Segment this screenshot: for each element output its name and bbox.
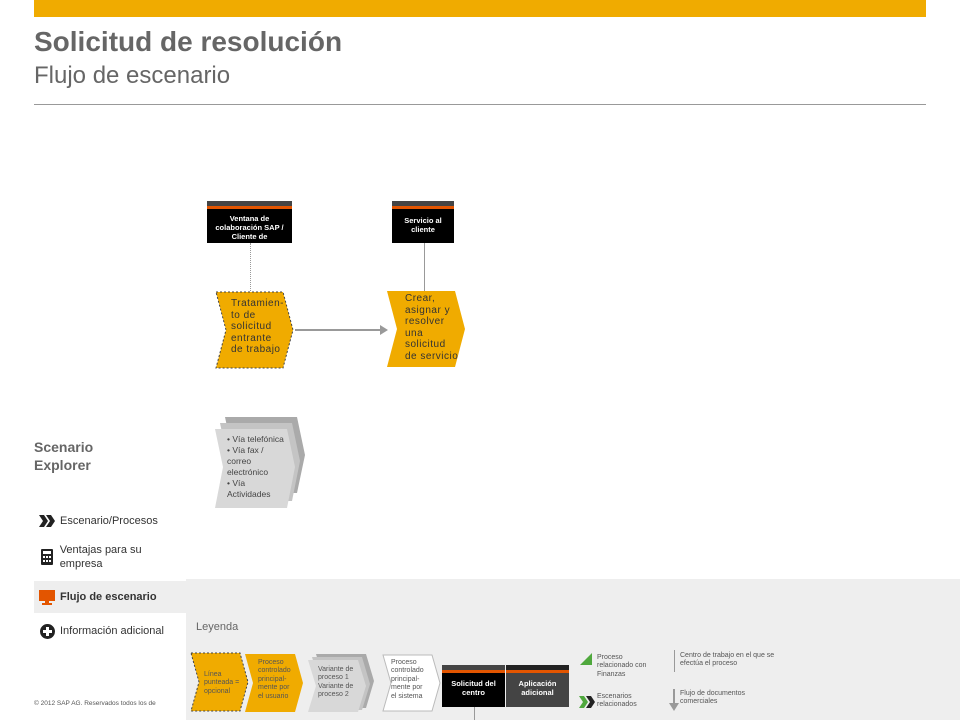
doc-flow-arrow-icon [669, 689, 679, 711]
monitor-icon [34, 589, 60, 605]
channel-item: Vía Actividades [227, 478, 289, 500]
legend-finance-label: Proceso relacionado con Finanzas [597, 654, 647, 678]
lane-connector-collaboration [250, 243, 251, 295]
legend-process-variants: Variante de proceso 1 Variante de proces… [308, 654, 380, 712]
lane-connector-customer-service [424, 243, 425, 293]
channel-item: Vía telefónica [227, 434, 289, 445]
channels-list: Vía telefónica Vía fax / correo electrón… [227, 434, 289, 500]
channel-item: Vía fax / correo electrónico [227, 445, 289, 478]
title-divider [34, 104, 926, 105]
work-center-line [674, 650, 675, 672]
calculator-icon [34, 549, 60, 565]
flow-arrow [295, 329, 380, 331]
legend-center-lane-connector [474, 707, 475, 720]
top-accent-bar [34, 0, 926, 17]
page-title: Solicitud de resolución [34, 26, 343, 57]
step-incoming-request[interactable]: Tratamien- to de solicitud entrante de t… [215, 291, 295, 369]
nav-item-additional-info[interactable]: Información adicional [34, 619, 186, 643]
nav-item-label: Ventajas para su empresa [59, 543, 142, 570]
related-scenarios-icon [579, 695, 595, 708]
scenario-explorer-title: Scenario Explorer [34, 439, 94, 473]
page-subtitle: Flujo de escenario [34, 62, 231, 89]
nav-item-benefits[interactable]: Ventajas para su empresa [34, 541, 186, 573]
nav-item-label: Información adicional [60, 625, 164, 637]
legend-app-lane: Aplicación adicional [506, 665, 569, 707]
legend-dotted-step: Línea punteada = opcional [190, 652, 250, 712]
legend-work-center-label: Centro de trabajo en el que se efectúa e… [680, 652, 775, 668]
channels-box: Vía telefónica Vía fax / correo electrón… [215, 417, 307, 509]
step-label: Tratamien- to de solicitud entrante de t… [231, 298, 284, 355]
legend-doc-flow-label: Flujo de documentos comerciales [680, 690, 745, 706]
legend-panel: Leyenda Línea punteada = opcional Proces… [186, 579, 960, 720]
step-service-request[interactable]: Crear, asignar y resolver una solicitud … [387, 291, 467, 369]
legend-system-process: Proceso controlado principal-mente por e… [382, 654, 444, 712]
legend-related-label: Escenarios relacionados [597, 693, 637, 709]
nav-item-scenarios[interactable]: Escenario/Procesos [34, 509, 186, 533]
legend-user-process: Proceso controlado principal-mente por e… [245, 654, 307, 712]
step-label: Crear, asignar y resolver una solicitud … [405, 293, 459, 362]
chevrons-icon [34, 515, 60, 527]
nav-item-label: Escenario/Procesos [60, 515, 158, 527]
lane-header-customer-service: Servicio al cliente [392, 201, 454, 243]
legend-center-lane: Solicitud del centro [442, 665, 505, 707]
nav-item-scenario-flow[interactable]: Flujo de escenario [34, 581, 186, 613]
copyright-text: © 2012 SAP AG. Reservados todos los de [34, 700, 156, 707]
nav-item-label: Flujo de escenario [60, 591, 157, 603]
finance-process-icon [580, 652, 592, 665]
legend-title: Leyenda [196, 621, 239, 633]
lane-header-collaboration: Ventana de colaboración SAP / Cliente de [207, 201, 292, 243]
plus-circle-icon [34, 623, 60, 639]
